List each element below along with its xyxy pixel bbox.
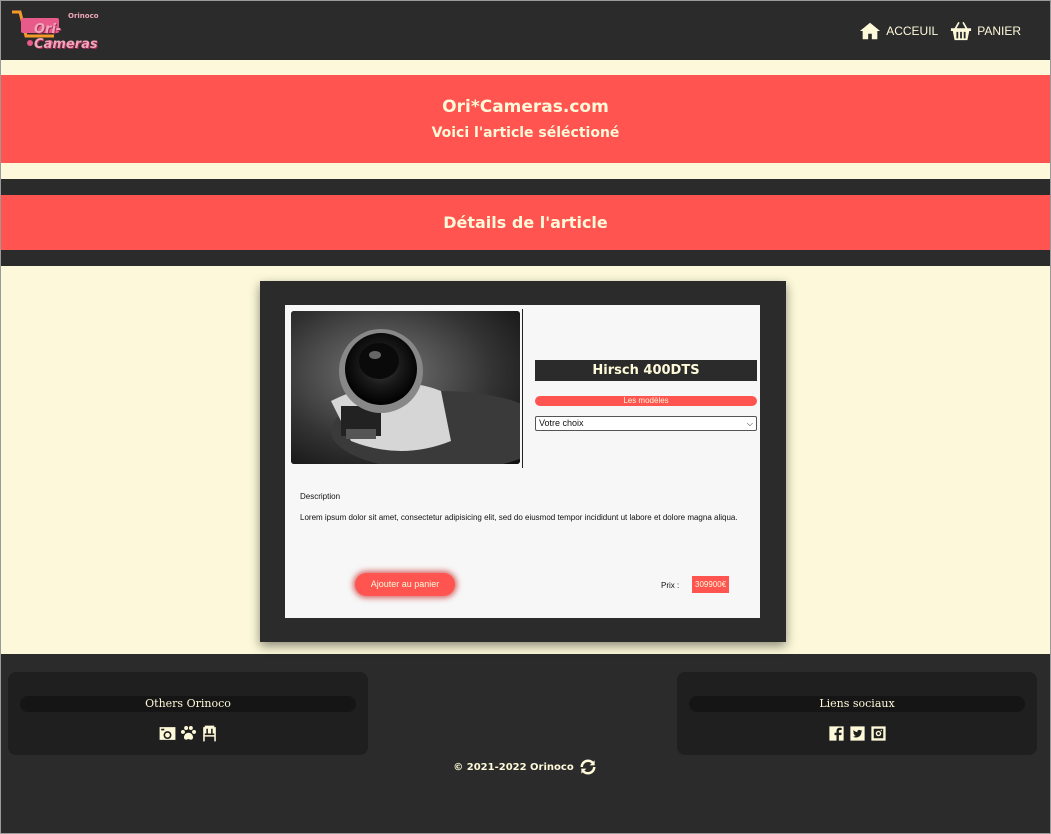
description-title: Description	[300, 492, 341, 501]
logo-subtitle: Orinoco	[68, 12, 99, 20]
refresh-icon[interactable]	[578, 757, 598, 777]
divider-strip	[0, 163, 1051, 179]
top-navbar: Orinoco Ori-Cameras ACCEUIL PANIER	[0, 0, 1051, 60]
description-text: Lorem ipsum dolor sit amet, consectetur …	[300, 513, 738, 522]
nav-home[interactable]: ACCEUIL	[859, 20, 938, 42]
paw-icon[interactable]	[179, 724, 198, 743]
basket-icon	[951, 21, 972, 41]
divider-strip	[0, 60, 1051, 75]
home-icon	[860, 22, 881, 40]
copyright-text: © 2021-2022 Orinoco	[453, 761, 574, 773]
camera-icon[interactable]	[158, 724, 177, 743]
section-title: Détails de l'article	[443, 213, 608, 232]
product-name: Hirsch 400DTS	[535, 360, 757, 381]
footer-others-box: Others Orinoco	[8, 672, 368, 755]
main-content: Hirsch 400DTS Les modèles Votre choix ⌵ …	[0, 266, 1051, 654]
model-select-value: Votre choix	[539, 418, 584, 428]
section-banner: Détails de l'article	[0, 195, 1051, 250]
footer-others-title: Others Orinoco	[20, 696, 356, 712]
instagram-icon[interactable]	[869, 724, 888, 743]
logo[interactable]: Orinoco Ori-Cameras	[10, 8, 110, 52]
price-value: 309900€	[692, 576, 730, 593]
copyright: © 2021-2022 Orinoco	[0, 757, 1051, 777]
facebook-icon[interactable]	[827, 724, 846, 743]
price-label: Prix :	[661, 581, 680, 590]
nav-cart-label: PANIER	[977, 24, 1021, 38]
chevron-down-icon: ⌵	[746, 419, 753, 428]
footer-social-box: Liens sociaux	[677, 672, 1037, 755]
footer-others-icons	[8, 724, 368, 743]
hero-banner: Ori*Cameras.com Voici l'article séléctio…	[0, 75, 1051, 163]
footer-social-title: Liens sociaux	[689, 696, 1025, 712]
nav-home-label: ACCEUIL	[886, 24, 939, 38]
models-label: Les modèles	[535, 396, 757, 406]
camera-photo-image	[291, 311, 520, 464]
footer-social-icons	[677, 724, 1037, 743]
main-nav: ACCEUIL PANIER	[853, 20, 1021, 42]
hero-subtitle: Voici l'article séléctioné	[431, 125, 620, 141]
product-card: Hirsch 400DTS Les modèles Votre choix ⌵ …	[285, 305, 760, 618]
model-select[interactable]: Votre choix ⌵	[535, 416, 757, 431]
vertical-divider	[522, 309, 523, 468]
add-to-cart-button[interactable]: Ajouter au panier	[355, 573, 455, 596]
chair-icon[interactable]	[200, 724, 219, 743]
site-name: Ori*Cameras.com	[442, 97, 609, 117]
nav-cart[interactable]: PANIER	[950, 20, 1021, 42]
logo-text: Ori-Cameras	[34, 22, 98, 52]
twitter-icon[interactable]	[848, 724, 867, 743]
product-card-frame: Hirsch 400DTS Les modèles Votre choix ⌵ …	[260, 281, 786, 642]
product-photo	[291, 311, 520, 464]
